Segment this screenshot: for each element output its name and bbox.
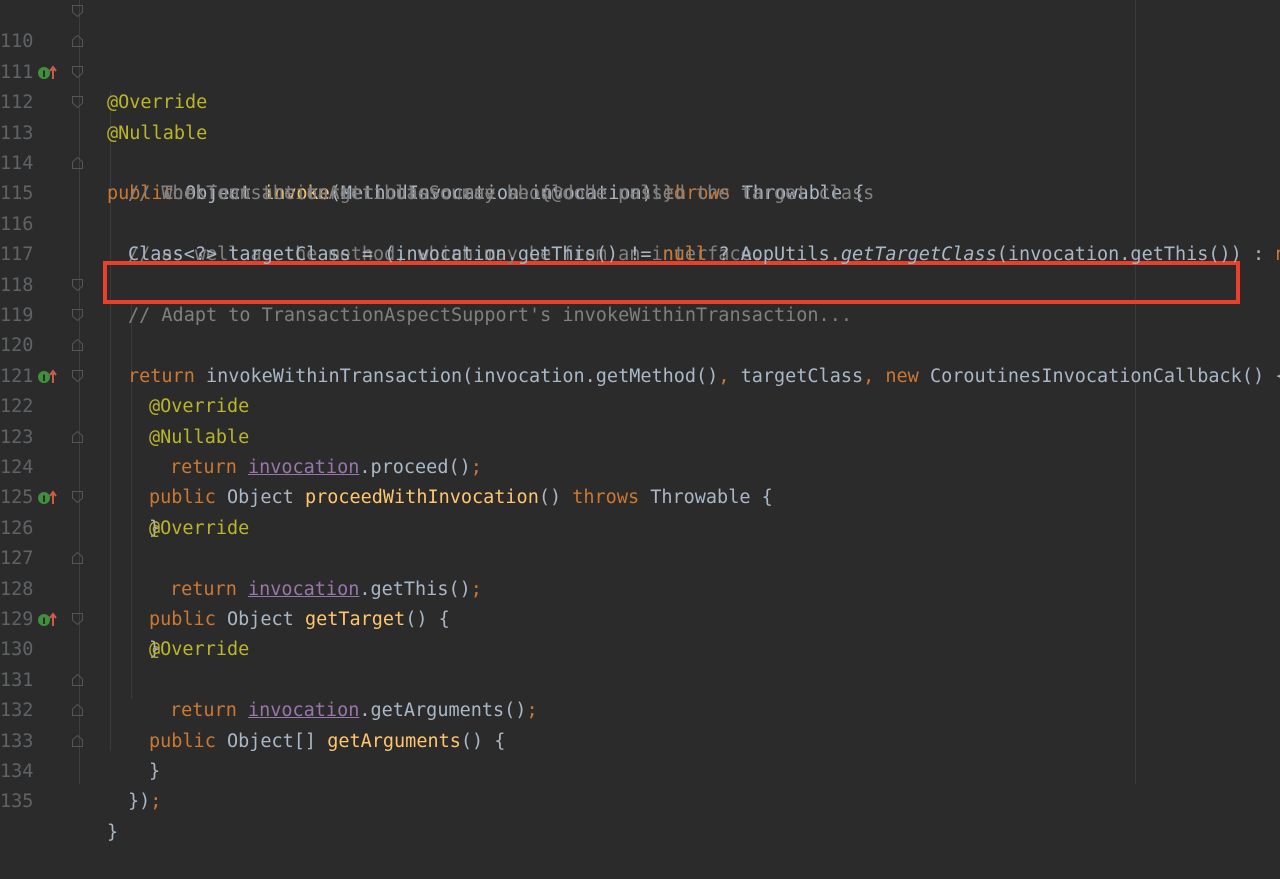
code-line[interactable]: 120 @Override [0, 301, 1280, 417]
fold-marker-icon[interactable] [72, 35, 83, 48]
svg-text:I: I [42, 374, 45, 384]
code-line-highlighted[interactable]: 119 return invokeWithinTransaction(invoc… [0, 271, 1280, 387]
svg-text:I: I [42, 70, 45, 80]
svg-text:I: I [42, 617, 45, 627]
fold-marker-icon[interactable] [72, 5, 83, 17]
code-line[interactable]: 130 I public Object[] getArguments() { [0, 605, 1280, 752]
override-method-icon[interactable]: I [37, 490, 59, 506]
fold-marker-icon[interactable] [72, 734, 83, 747]
code-line[interactable]: 122 I public Object proceedWithInvocatio… [0, 362, 1280, 508]
code-line[interactable]: 132 } [0, 666, 1280, 782]
override-method-icon[interactable]: I [37, 612, 59, 628]
code-line[interactable]: 118 // Adapt to TransactionAspectSupport… [0, 240, 1280, 326]
svg-text:I: I [42, 495, 45, 505]
code-line[interactable]: 127 return invocation.getThis(); [0, 514, 1280, 599]
fold-marker-icon[interactable] [72, 96, 83, 109]
code-line[interactable]: 116 Class<?> targetClass = (invocation.g… [0, 179, 1280, 265]
code-line[interactable]: 133 }); [0, 696, 1280, 812]
code-line[interactable]: 121 @Nullable [0, 331, 1280, 448]
code-line[interactable]: 124 } [0, 423, 1280, 539]
code-line[interactable]: 131 return invocation.getArguments(); [0, 635, 1280, 721]
code-line[interactable]: 125 @Override [0, 453, 1280, 538]
code-line[interactable]: 113 // Work out the target class: may be… [0, 88, 1280, 204]
code-line[interactable]: 111 @Nullable [0, 27, 1280, 144]
code-line[interactable]: 129 @Override [0, 575, 1280, 660]
code-line[interactable]: 117 [0, 210, 1280, 265]
fold-marker-icon[interactable] [72, 491, 83, 504]
line-number: 135 [0, 791, 34, 813]
fold-marker-icon[interactable] [72, 369, 83, 382]
fold-marker-icon[interactable] [72, 673, 83, 686]
code-line[interactable]: 123 return invocation.proceed(); [0, 392, 1280, 478]
punctuation: ; [150, 791, 162, 813]
code-line[interactable]: 126 I public Object getTarget() { [0, 483, 1280, 630]
fold-marker-icon[interactable] [72, 65, 83, 78]
fold-marker-icon[interactable] [72, 704, 83, 717]
code-text: }) [128, 791, 151, 813]
fold-marker-icon[interactable] [72, 309, 83, 321]
fold-marker-icon[interactable] [72, 157, 83, 169]
code-line[interactable]: 110 @Override [0, 0, 1280, 113]
code-line[interactable]: 114 // The TransactionAttributeSource sh… [0, 119, 1280, 204]
code-line[interactable]: 134 } [0, 727, 1280, 843]
override-method-icon[interactable]: I [37, 369, 59, 385]
code-line[interactable]: 115 // as well as the method, which may … [0, 149, 1280, 265]
fold-marker-icon[interactable] [72, 552, 83, 565]
fold-marker-icon[interactable] [72, 430, 83, 443]
code-line[interactable]: 128 } [0, 544, 1280, 660]
fold-marker-icon[interactable] [72, 339, 83, 352]
code-editor[interactable]: 110 @Override 111 @Nullable 112 I public… [0, 0, 1280, 843]
override-method-icon[interactable]: I [37, 65, 59, 81]
code-line[interactable]: 135 [0, 757, 1280, 812]
fold-marker-icon[interactable] [72, 613, 83, 625]
code-line[interactable]: 112 I public Object invoke(MethodInvocat… [0, 58, 1280, 204]
fold-marker-icon[interactable] [72, 278, 83, 291]
code-text: } [107, 821, 119, 843]
